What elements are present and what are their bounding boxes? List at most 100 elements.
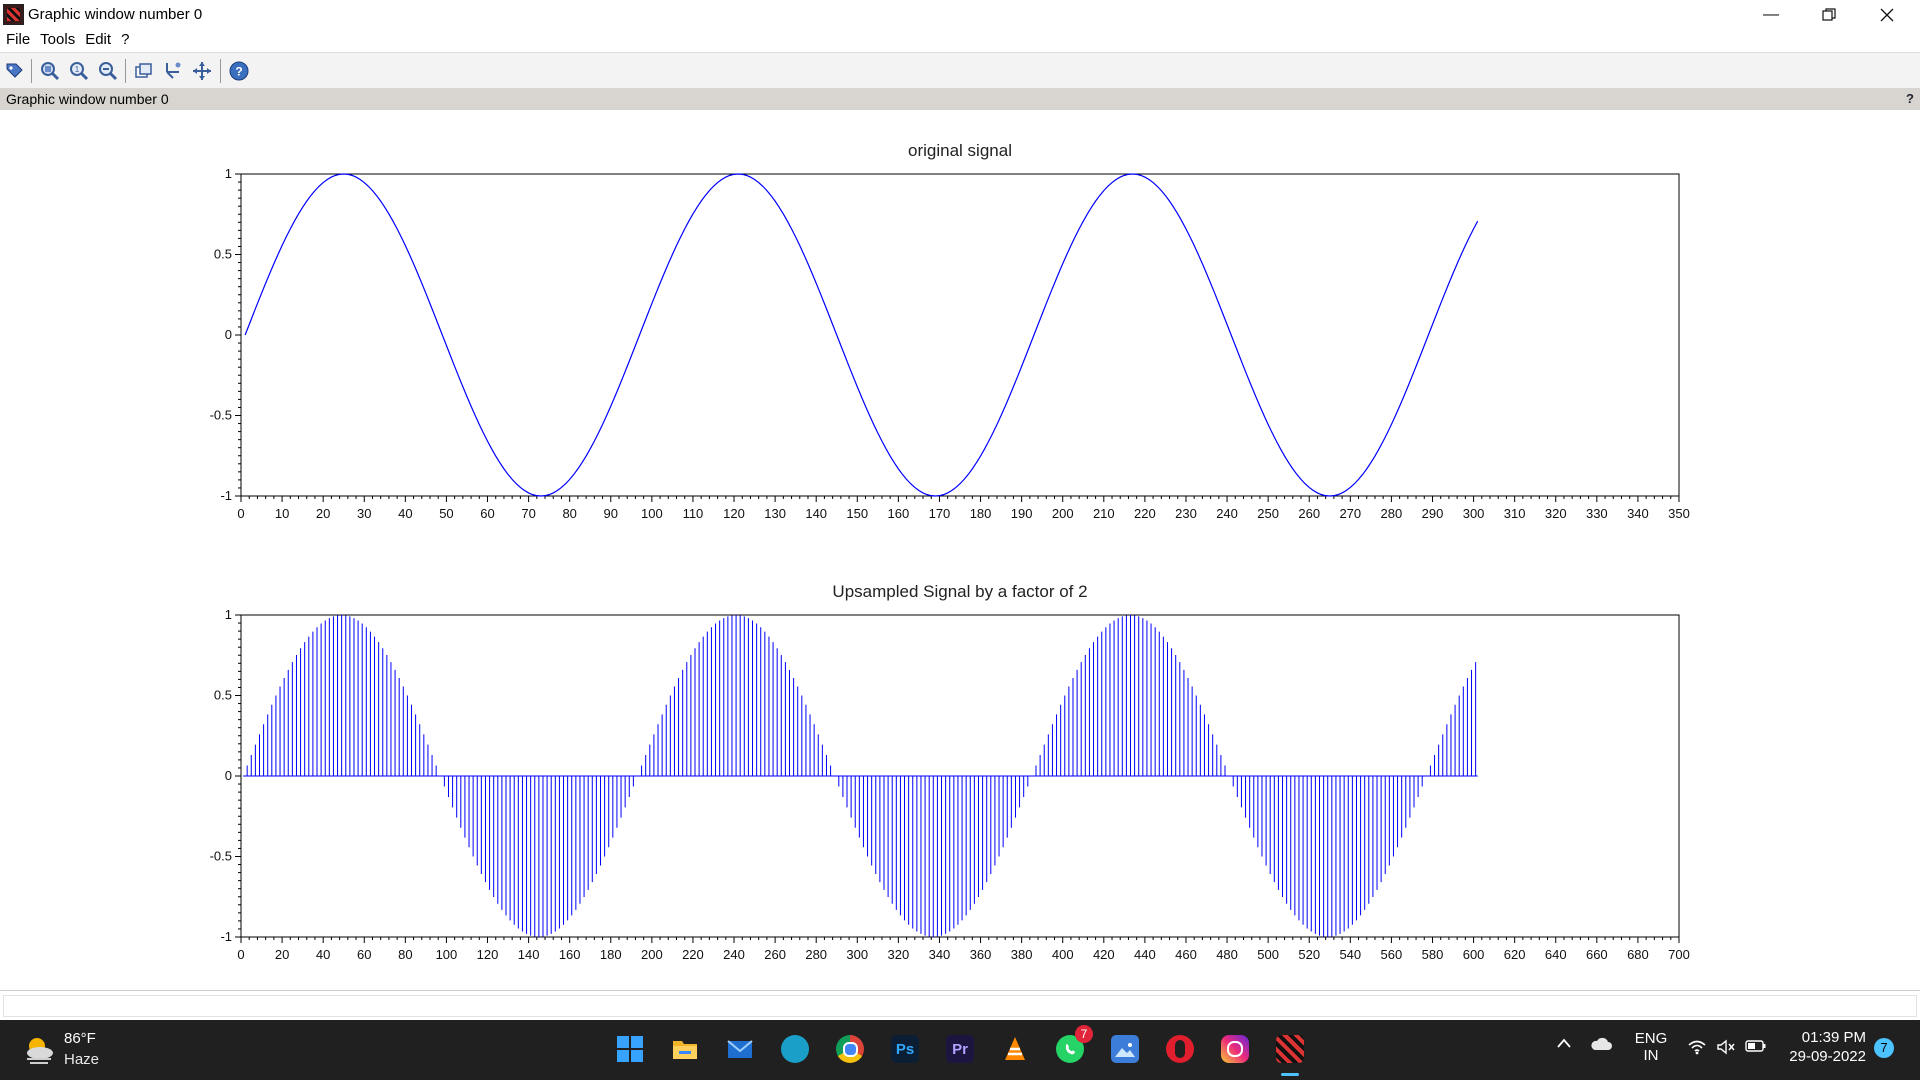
y-tick-label: 0 — [225, 327, 232, 342]
rotate-3d-button[interactable] — [162, 60, 184, 82]
rotate-button[interactable] — [133, 60, 155, 82]
x-tick-label: 20 — [275, 947, 289, 962]
taskbar-photos[interactable] — [1108, 1032, 1142, 1066]
battery-button[interactable] — [1745, 1039, 1767, 1057]
close-button[interactable] — [1858, 0, 1916, 29]
active-app-indicator — [1281, 1073, 1299, 1076]
x-tick-label: 310 — [1504, 506, 1526, 521]
y-tick-label: -1 — [220, 488, 232, 503]
x-tick-label: 200 — [1052, 506, 1074, 521]
mail-icon — [726, 1035, 754, 1063]
x-tick-label: 100 — [436, 947, 458, 962]
help-icon: ? — [229, 61, 249, 81]
x-tick-label: 500 — [1257, 947, 1279, 962]
windows-taskbar: 86°F Haze Ps Pr 7 ENG IN 01:39 PM 29-09-20… — [0, 1020, 1920, 1080]
close-icon — [1880, 8, 1894, 21]
rotate-3d-icon — [166, 62, 181, 79]
chevron-up-icon — [1557, 1038, 1571, 1048]
pan-icon — [193, 62, 211, 80]
x-tick-label: 60 — [357, 947, 371, 962]
x-tick-label: 80 — [398, 947, 412, 962]
x-tick-label: 0 — [237, 506, 244, 521]
figure-info-bar: Graphic window number 0 ? — [0, 88, 1920, 110]
menu-file[interactable]: File — [2, 29, 34, 50]
speaker-muted-icon — [1717, 1039, 1735, 1055]
zoom-in-icon — [41, 62, 60, 81]
taskbar-mail[interactable] — [723, 1032, 757, 1066]
window-title: Graphic window number 0 — [28, 6, 203, 23]
taskbar-photoshop[interactable]: Ps — [888, 1032, 922, 1066]
zoom-out-button[interactable] — [97, 60, 119, 82]
x-tick-label: 280 — [1381, 506, 1403, 521]
language-indicator[interactable]: ENG IN — [1634, 1030, 1668, 1064]
graphic-canvas[interactable]: original signal 0 10 20 30 40 50 60 70 80 90 100 110… — [0, 110, 1920, 990]
taskbar-instagram[interactable] — [1218, 1032, 1252, 1066]
x-tick-label: 350 — [1668, 506, 1690, 521]
x-tick-label: 380 — [1011, 947, 1033, 962]
taskbar-edge[interactable] — [778, 1032, 812, 1066]
menu-help[interactable]: ? — [117, 29, 133, 50]
taskbar-file-explorer[interactable] — [668, 1032, 702, 1066]
network-button[interactable] — [1688, 1039, 1706, 1059]
x-tick-label: 240 — [1216, 506, 1238, 521]
folder-icon — [671, 1035, 699, 1063]
tray-overflow-button[interactable] — [1556, 1036, 1572, 1054]
datatip-icon — [6, 63, 23, 78]
x-tick-label: 190 — [1011, 506, 1033, 521]
taskbar-chrome[interactable] — [833, 1032, 867, 1066]
x-tick-label: 30 — [357, 506, 371, 521]
x-tick-label: 580 — [1422, 947, 1444, 962]
x-tick-label: 420 — [1093, 947, 1115, 962]
x-tick-label: 440 — [1134, 947, 1156, 962]
taskbar-scilab[interactable] — [1273, 1032, 1307, 1066]
photoshop-icon: Ps — [891, 1035, 919, 1063]
volume-button[interactable] — [1716, 1039, 1736, 1059]
x-tick-label: 250 — [1257, 506, 1279, 521]
x-tick-label: 360 — [970, 947, 992, 962]
clock[interactable]: 01:39 PM 29-09-2022 — [1782, 1029, 1866, 1065]
minimize-button[interactable]: — — [1742, 0, 1800, 29]
notification-center-button[interactable]: 7 — [1874, 1038, 1894, 1058]
x-tick-label: 130 — [764, 506, 786, 521]
svg-text:?: ? — [235, 65, 242, 79]
pan-button[interactable] — [191, 60, 213, 82]
x-tick-label: 320 — [1545, 506, 1567, 521]
taskbar-start-button[interactable] — [613, 1032, 647, 1066]
window-title-bar: Graphic window number 0 — — [0, 0, 1920, 30]
x-tick-label: 480 — [1216, 947, 1238, 962]
restore-button[interactable] — [1800, 0, 1858, 29]
menu-edit[interactable]: Edit — [81, 29, 115, 50]
scilab-app-icon — [3, 4, 24, 25]
x-tick-label: 240 — [723, 947, 745, 962]
axes-box-1 — [240, 173, 1680, 497]
x-tick-label: 180 — [970, 506, 992, 521]
clock-date: 29-09-2022 — [1789, 1048, 1866, 1065]
info-help-button[interactable]: ? — [1906, 91, 1914, 106]
x-tick-label: 540 — [1339, 947, 1361, 962]
chart-title-1: original signal — [908, 141, 1012, 160]
taskbar-opera[interactable] — [1163, 1032, 1197, 1066]
weather-haze-icon[interactable] — [22, 1032, 56, 1066]
y-tick-label: 1 — [225, 166, 232, 181]
onedrive-button[interactable] — [1589, 1036, 1613, 1056]
premiere-icon: Pr — [946, 1035, 974, 1063]
taskbar-premiere[interactable]: Pr — [943, 1032, 977, 1066]
menu-tools[interactable]: Tools — [36, 29, 79, 50]
status-message-box — [3, 995, 1917, 1017]
cloud-icon — [1591, 1037, 1612, 1050]
x-tick-label: 620 — [1504, 947, 1526, 962]
x-tick-label: 180 — [600, 947, 622, 962]
taskbar-vlc[interactable] — [998, 1032, 1032, 1066]
x-tick-label: 90 — [604, 506, 618, 521]
wifi-icon — [1688, 1040, 1706, 1055]
zoom-reset-button[interactable]: 1 — [68, 60, 90, 82]
chart-title-2: Upsampled Signal by a factor of 2 — [832, 582, 1087, 601]
scilab-icon — [1276, 1035, 1304, 1063]
x-tick-label: 460 — [1175, 947, 1197, 962]
help-button[interactable]: ? — [228, 60, 250, 82]
zoom-in-button[interactable] — [39, 60, 61, 82]
minimize-icon: — — [1763, 5, 1779, 23]
x-tick-label: 210 — [1093, 506, 1115, 521]
y-tick-label: 0.5 — [214, 688, 232, 703]
datatip-button[interactable] — [4, 60, 26, 82]
